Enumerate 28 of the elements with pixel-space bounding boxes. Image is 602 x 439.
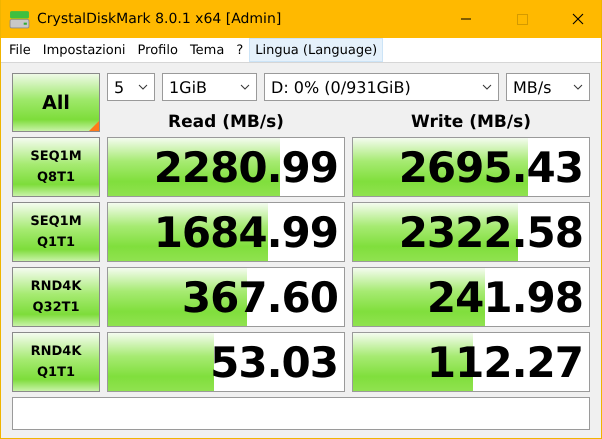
dropdown[interactable]: MB/s (506, 73, 590, 101)
menu-item[interactable]: Lingua (Language) (249, 38, 384, 62)
result-value: 112.27 (426, 338, 583, 386)
result-value: 53.03 (210, 338, 338, 386)
window-title: CrystalDiskMark 8.0.1 x64 [Admin] (37, 11, 282, 27)
menu-item[interactable]: Impostazioni (36, 38, 132, 62)
drive-icon (9, 10, 30, 28)
dropdown[interactable]: 1GiB (162, 73, 257, 101)
test-button[interactable]: SEQ1M Q1T1 (12, 202, 100, 262)
menu-item[interactable]: Profilo (132, 38, 184, 62)
chevron-icon (240, 84, 250, 90)
corner-icon (89, 121, 99, 131)
chevron-icon (138, 84, 148, 90)
chevron-icon (482, 84, 492, 90)
test-button[interactable]: SEQ1M Q8T1 (12, 137, 100, 197)
result-value: 367.60 (182, 272, 338, 322)
menu-item[interactable]: File (3, 38, 37, 62)
test-button[interactable]: RND4K Q1T1 (12, 332, 100, 392)
test-button[interactable]: RND4K Q32T1 (12, 267, 100, 327)
all-button[interactable]: All (12, 73, 100, 132)
menu-item[interactable]: Tema (184, 38, 230, 62)
menu-item[interactable]: ? (230, 38, 250, 62)
result-value: 241.98 (426, 272, 583, 322)
column-header: Write (MB/s) (410, 112, 532, 132)
column-header: Read (MB/s) (167, 112, 285, 132)
dropdown[interactable]: 5 (107, 73, 155, 101)
chevron-icon (573, 84, 583, 90)
dropdown[interactable]: D: 0% (0/931GiB) (264, 73, 499, 101)
